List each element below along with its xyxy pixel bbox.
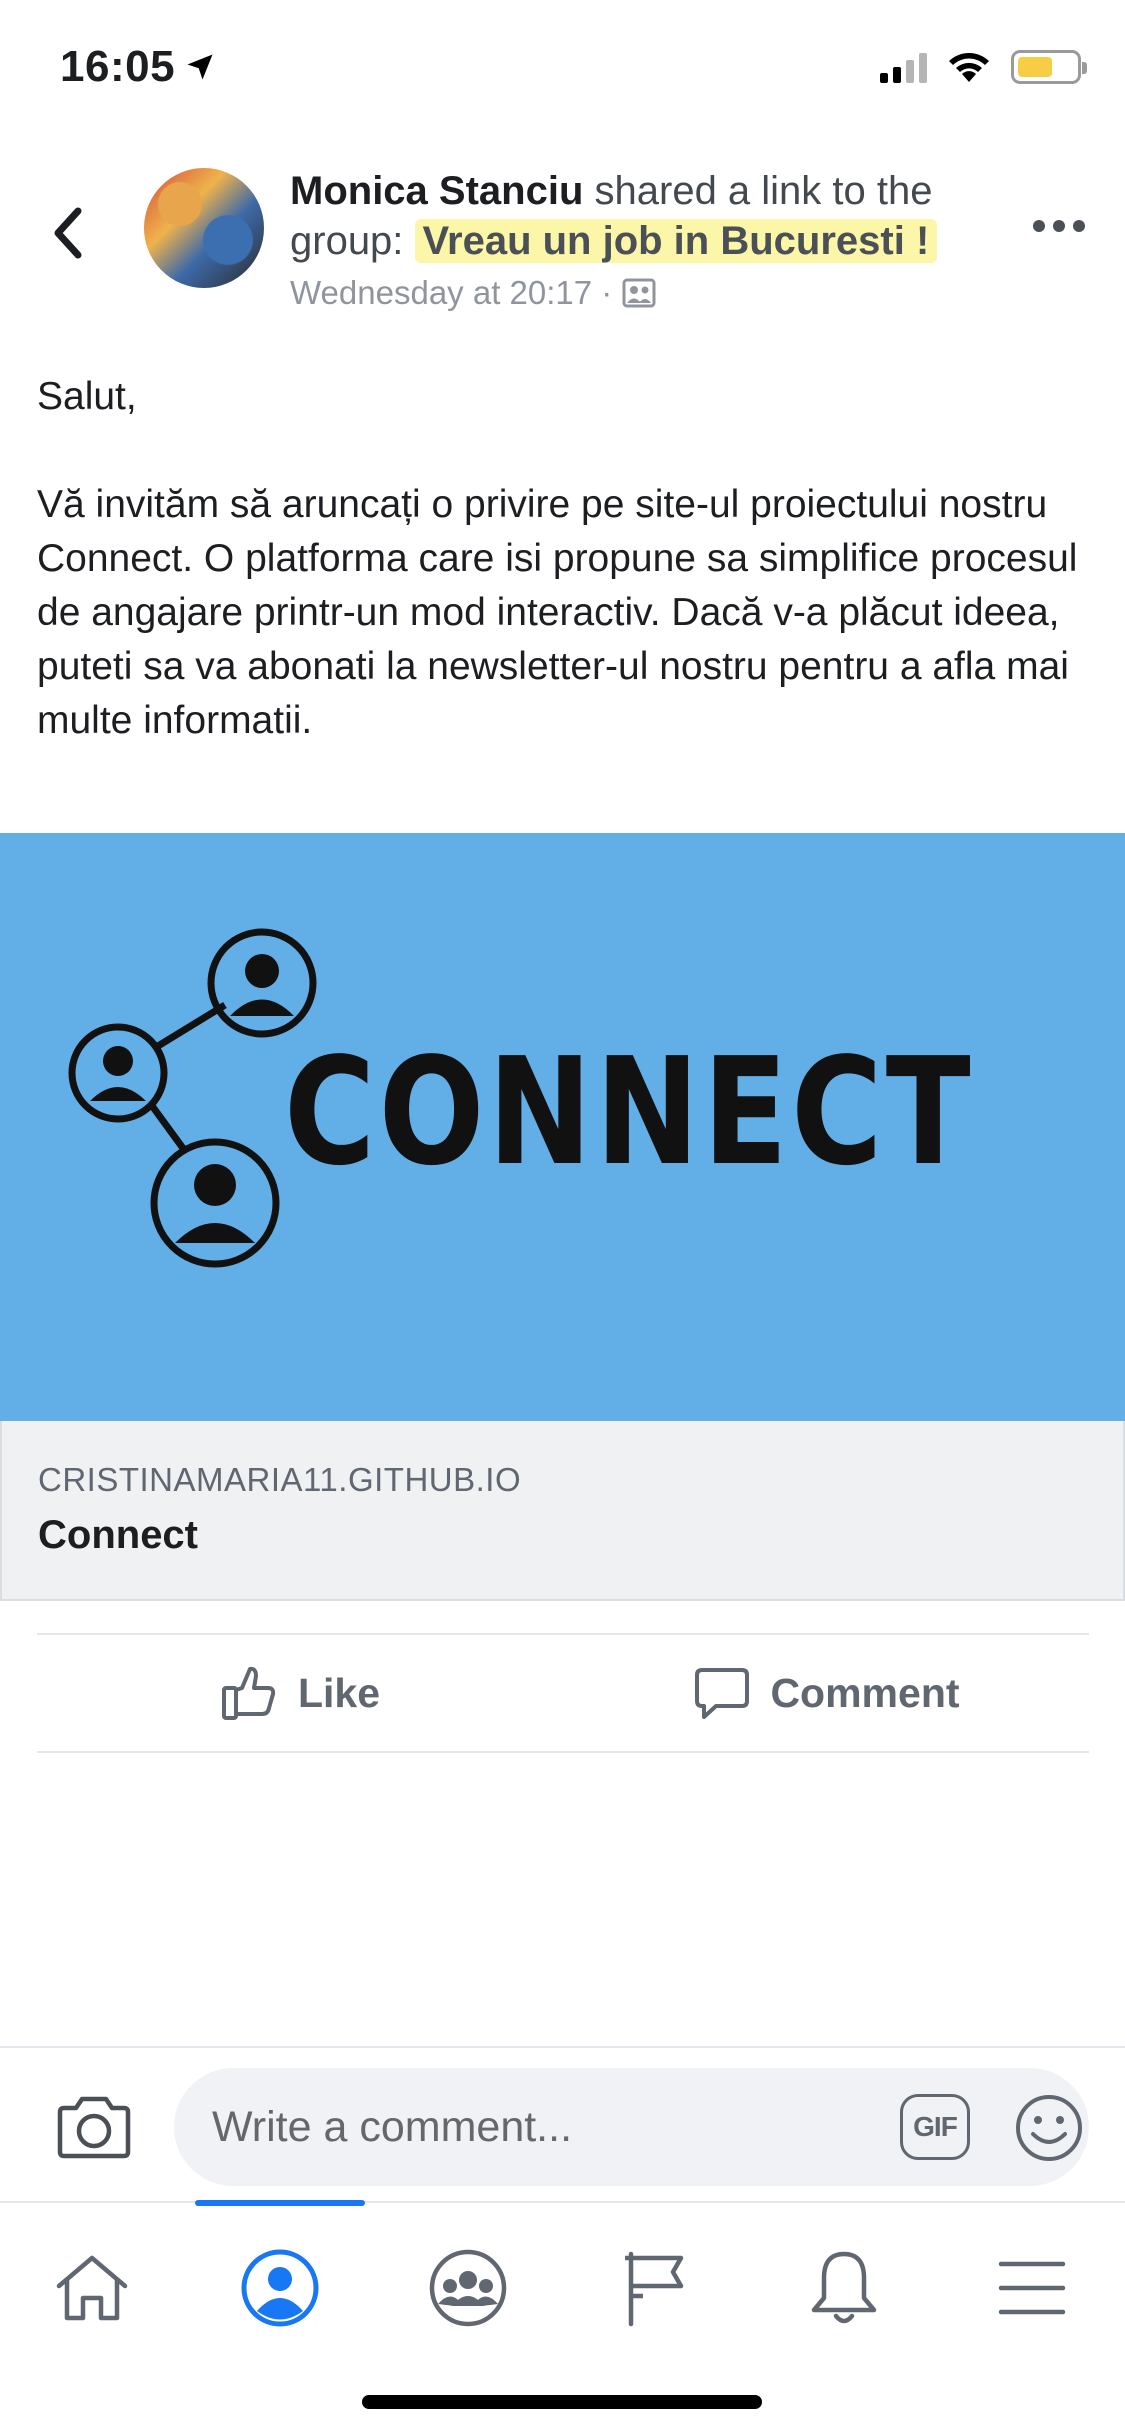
link-title: Connect — [38, 1513, 198, 1557]
post-actions: Like Comment — [37, 1633, 1089, 1753]
smiley-icon — [1016, 2095, 1082, 2161]
chevron-left-icon — [54, 207, 82, 259]
group-privacy-icon — [622, 278, 656, 308]
status-time: 16:05 — [60, 42, 215, 92]
post-timestamp[interactable]: Wednesday at 20:17 · — [290, 274, 612, 312]
link-domain: CRISTINAMARIA11.GITHUB.IO — [38, 1461, 522, 1498]
comment-button[interactable]: Comment — [563, 1635, 1089, 1751]
status-icons — [880, 50, 1087, 84]
more-options-button[interactable] — [1033, 220, 1085, 232]
nav-home[interactable] — [2, 2233, 182, 2343]
nav-pages[interactable] — [566, 2233, 746, 2343]
post-header: Monica Stanciu shared a link to the grou… — [0, 150, 1125, 330]
comment-bubble-icon — [695, 1668, 750, 1719]
gif-label: GIF — [913, 2111, 958, 2142]
link-preview-meta[interactable]: CRISTINAMARIA11.GITHUB.IO Connect — [0, 1421, 1125, 1601]
author-avatar[interactable] — [144, 168, 264, 288]
nav-notifications[interactable] — [754, 2233, 934, 2343]
connect-logo: CONNECT — [68, 928, 974, 1268]
home-icon — [56, 2255, 128, 2321]
camera-button[interactable] — [56, 2094, 132, 2165]
profile-icon — [241, 2249, 319, 2327]
comment-label: Comment — [770, 1669, 960, 1716]
post-body: Salut, Vă invităm să aruncați o privire … — [37, 370, 1097, 748]
location-arrow-icon — [187, 54, 213, 80]
post-header-text: Monica Stanciu shared a link to the grou… — [290, 166, 990, 312]
notifications-bell-icon — [811, 2251, 877, 2324]
post-header-line: Monica Stanciu shared a link to the grou… — [290, 166, 990, 266]
wifi-icon — [949, 53, 989, 82]
nav-groups[interactable] — [378, 2233, 558, 2343]
author-name-link[interactable]: Monica Stanciu — [290, 169, 583, 213]
menu-icon — [998, 2261, 1066, 2315]
link-preview-image[interactable]: CONNECT — [0, 833, 1125, 1421]
nav-menu[interactable] — [942, 2233, 1122, 2343]
post-greeting: Salut, — [37, 375, 137, 418]
comment-placeholder: Write a comment... — [212, 2102, 573, 2151]
post-paragraph: Vă invităm să aruncați o privire pe site… — [37, 483, 1078, 742]
like-button[interactable]: Like — [37, 1635, 563, 1751]
clock-text: 16:05 — [60, 42, 176, 91]
status-bar: 16:05 — [0, 0, 1125, 140]
gif-button[interactable]: GIF — [900, 2094, 970, 2160]
like-label: Like — [297, 1669, 381, 1716]
home-indicator[interactable] — [362, 2395, 762, 2409]
emoji-button[interactable] — [1013, 2092, 1085, 2169]
groups-icon — [429, 2249, 507, 2327]
back-button[interactable] — [38, 198, 98, 268]
group-name-link[interactable]: Vreau un job in Bucuresti ! — [414, 219, 938, 263]
cellular-signal-icon — [880, 51, 927, 83]
battery-icon — [1011, 50, 1087, 84]
comment-composer: Write a comment... GIF — [0, 2046, 1125, 2201]
camera-icon — [57, 2096, 131, 2159]
thumbs-up-icon — [221, 1666, 276, 1720]
post-meta: Wednesday at 20:17 · — [290, 274, 990, 312]
nav-profile[interactable] — [190, 2233, 370, 2343]
pages-flag-icon — [625, 2251, 684, 2327]
nav-active-indicator — [195, 2200, 365, 2206]
connect-logo-text: CONNECT — [284, 1026, 974, 1198]
